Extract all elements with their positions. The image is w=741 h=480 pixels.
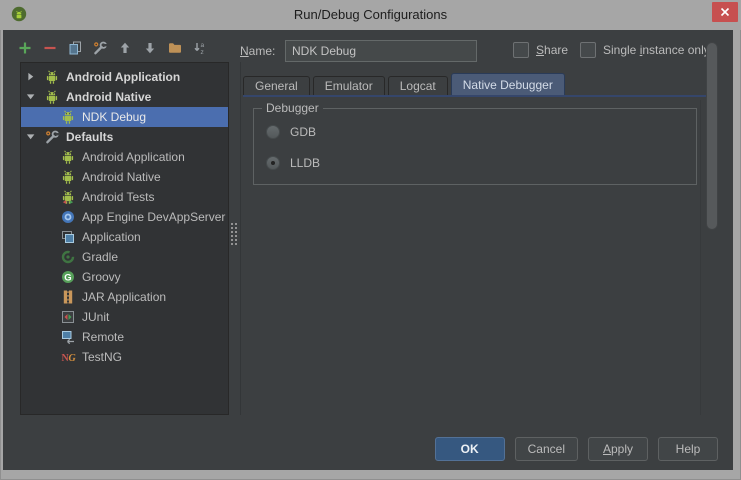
arrow-down-icon[interactable] <box>142 40 158 56</box>
splitter-grip-icon[interactable] <box>230 222 238 246</box>
android-icon <box>60 109 76 125</box>
checkbox-share-label: Share <box>536 43 569 57</box>
tree-item-ndk-debug[interactable]: NDK Debug <box>21 107 228 127</box>
folder-icon[interactable] <box>167 40 183 56</box>
cancel-button[interactable]: Cancel <box>514 437 578 461</box>
tree-item-testng[interactable]: N G TestNG <box>21 347 228 367</box>
copy-icon[interactable] <box>67 40 83 56</box>
tab-general[interactable]: General <box>243 76 310 95</box>
splitter-divider <box>240 62 241 415</box>
tree-item-label: Defaults <box>66 130 114 144</box>
titlebar[interactable]: Run/Debug Configurations <box>0 0 741 30</box>
tree-item-label: Application <box>82 230 141 244</box>
configurations-tree: Android Application Android Native NDK Deb… <box>20 62 229 415</box>
radio-button-icon[interactable] <box>266 125 280 139</box>
android-tests-icon <box>60 189 76 205</box>
tree-item-label: Android Native <box>82 170 161 184</box>
application-icon <box>60 229 76 245</box>
android-icon <box>60 149 76 165</box>
debugger-groupbox: Debugger GDB LLDB <box>253 101 697 185</box>
add-icon[interactable] <box>17 40 33 56</box>
tree-item-remote[interactable]: Remote <box>21 327 228 347</box>
tree-item-label: NDK Debug <box>82 110 147 124</box>
tree-item-junit[interactable]: JUnit <box>21 307 228 327</box>
configuration-tabs: General Emulator Logcat Native Debugger <box>243 73 568 95</box>
tree-item-label: Android Application <box>82 150 185 164</box>
checkbox-share[interactable]: Share <box>513 42 568 58</box>
remove-icon[interactable] <box>42 40 58 56</box>
radio-lldb[interactable]: LLDB <box>266 156 320 170</box>
radio-label: GDB <box>290 125 317 139</box>
tree-item-android-application[interactable]: Android Application <box>21 67 228 87</box>
checkbox-single-instance-only[interactable]: Single instance only <box>580 42 710 58</box>
svg-text:z: z <box>201 49 204 56</box>
tree-item-android-application[interactable]: Android Application <box>21 147 228 167</box>
groovy-icon: G <box>60 269 76 285</box>
tree-item-app-engine-devappserver[interactable]: App Engine DevAppServer <box>21 207 228 227</box>
tab-logcat[interactable]: Logcat <box>387 76 448 95</box>
arrow-up-icon[interactable] <box>117 40 133 56</box>
tree-item-gradle[interactable]: Gradle <box>21 247 228 267</box>
app-engine-icon <box>60 209 76 225</box>
junit-icon <box>60 309 76 325</box>
tree-item-android-tests[interactable]: Android Tests <box>21 187 228 207</box>
tree-item-label: Groovy <box>82 270 121 284</box>
tree-item-application[interactable]: Application <box>21 227 228 247</box>
testng-icon: NG <box>60 349 77 365</box>
android-icon <box>44 89 60 105</box>
tree-item-groovy[interactable]: G Groovy <box>21 267 228 287</box>
vertical-scrollbar[interactable] <box>706 42 718 230</box>
svg-text:G: G <box>64 273 71 284</box>
chevron-down-icon[interactable] <box>25 91 39 103</box>
checkbox-single-instance-label: Single instance only <box>603 43 710 57</box>
svg-text:a: a <box>201 42 205 49</box>
dialog-buttons: OK Cancel Apply Help <box>434 437 718 461</box>
tree-item-label: Remote <box>82 330 125 344</box>
android-icon <box>44 69 60 85</box>
tree-item-android-native[interactable]: Android Native <box>21 167 228 187</box>
close-icon <box>717 4 733 20</box>
chevron-down-icon[interactable] <box>25 131 39 143</box>
tab-native-debugger[interactable]: Native Debugger <box>450 73 565 95</box>
run-debug-configurations-dialog: Run/Debug Configurations az Android Appl… <box>0 0 741 480</box>
tree-item-label: TestNG <box>82 350 123 364</box>
debugger-group-title: Debugger <box>262 101 323 115</box>
tree-item-label: Gradle <box>82 250 119 264</box>
tree-item-jar-application[interactable]: JAR Application <box>21 287 228 307</box>
tree-item-label: JAR Application <box>82 290 167 304</box>
tree-item-defaults[interactable]: Defaults <box>21 127 228 147</box>
name-input[interactable] <box>285 40 477 62</box>
configurations-toolbar: az <box>17 40 208 56</box>
checkbox-box-icon[interactable] <box>580 42 596 58</box>
dialog-content: az Android Application Android Native NDK … <box>3 30 733 470</box>
chevron-right-icon[interactable] <box>25 71 39 83</box>
jar-icon <box>60 289 76 305</box>
sort-alpha-icon[interactable]: az <box>192 40 208 56</box>
panel-right-divider <box>700 100 701 415</box>
radio-label: LLDB <box>290 156 321 170</box>
window-title: Run/Debug Configurations <box>293 7 448 22</box>
tab-emulator[interactable]: Emulator <box>312 76 385 95</box>
tree-item-android-native[interactable]: Android Native <box>21 87 228 107</box>
tab-strip-underline <box>243 95 706 97</box>
svg-text:G: G <box>69 353 77 364</box>
settings-wrench-icon[interactable] <box>92 40 108 56</box>
close-button[interactable] <box>712 2 738 22</box>
checkbox-box-icon[interactable] <box>513 42 529 58</box>
radio-button-icon[interactable] <box>266 156 280 170</box>
tree-item-label: App Engine DevAppServer <box>82 210 226 224</box>
name-label: Name: <box>240 44 276 58</box>
ok-button[interactable]: OK <box>434 437 505 461</box>
tree-item-label: Android Native <box>66 90 152 104</box>
apply-button[interactable]: Apply <box>588 437 648 461</box>
tree-item-label: Android Tests <box>82 190 155 204</box>
tree-item-label: Android Application <box>66 70 181 84</box>
gradle-icon <box>60 249 76 265</box>
radio-gdb[interactable]: GDB <box>266 125 316 139</box>
remote-icon <box>60 329 76 345</box>
android-icon <box>60 169 76 185</box>
help-button[interactable]: Help <box>658 437 718 461</box>
settings-wrench-icon <box>44 129 60 145</box>
tree-item-label: JUnit <box>82 310 110 324</box>
